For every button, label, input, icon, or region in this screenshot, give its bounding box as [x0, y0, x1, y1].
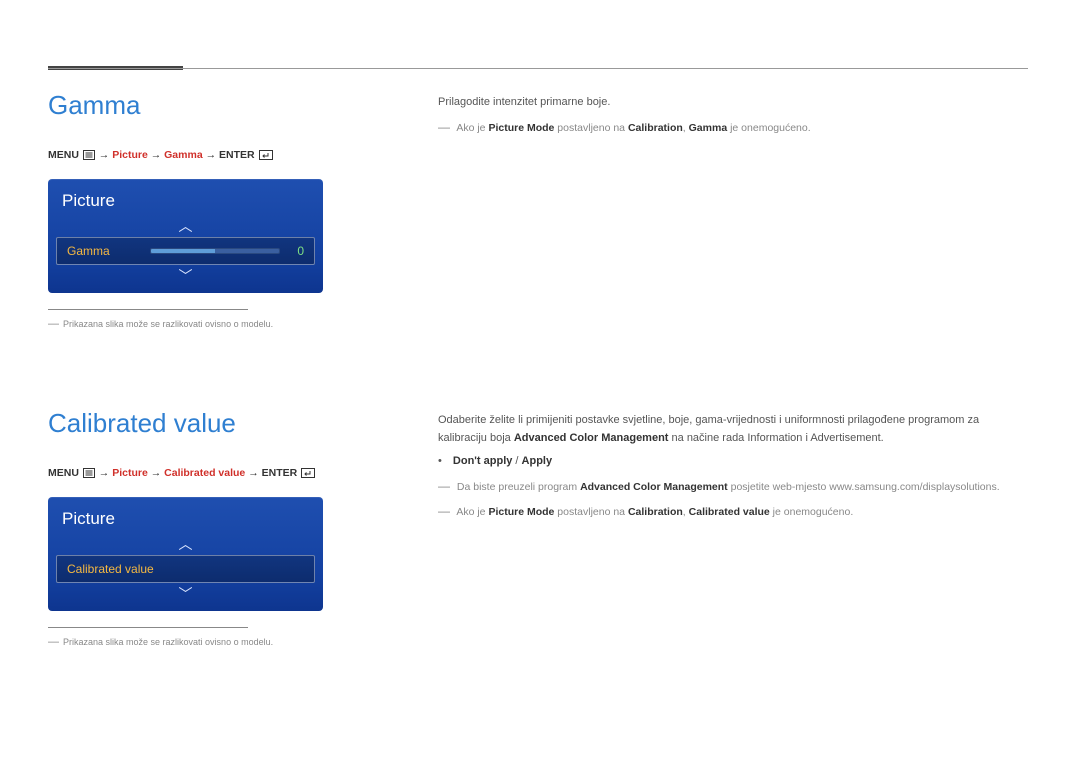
description-calibrated: Odaberite želite li primijeniti postavke… [438, 408, 1030, 648]
breadcrumb-picture: Picture [112, 149, 148, 161]
breadcrumb-gamma-item: Gamma [164, 149, 203, 161]
footnote-calibrated: Prikazana slika može se razlikovati ovis… [48, 636, 338, 648]
menu-icon [83, 150, 95, 163]
breadcrumb-enter: ENTER [219, 149, 255, 161]
breadcrumb-calibrated-item: Calibrated value [164, 467, 245, 479]
breadcrumb-gamma: MENU → Picture → Gamma → ENTER [48, 149, 338, 163]
osd-row-label: Calibrated value [67, 562, 304, 576]
enter-icon [301, 468, 315, 481]
section-gamma: Gamma MENU → Picture → Gamma → ENTER Pic… [48, 90, 1030, 330]
breadcrumb-picture: Picture [112, 467, 148, 479]
calibrated-paragraph: Odaberite želite li primijeniti postavke… [438, 412, 1030, 447]
osd-panel-calibrated: Picture ︿ Calibrated value ﹀ [48, 497, 323, 611]
gamma-note: Ako je Picture Mode postavljeno na Calib… [438, 118, 1030, 137]
breadcrumb-calibrated: MENU → Picture → Calibrated value → ENTE… [48, 467, 338, 481]
enter-icon [259, 150, 273, 163]
gamma-intro: Prilagodite intenzitet primarne boje. [438, 94, 1030, 112]
osd-up-arrow[interactable]: ︿ [48, 535, 323, 553]
breadcrumb-menu: MENU [48, 467, 79, 479]
section-title-gamma: Gamma [48, 90, 338, 121]
section-title-calibrated: Calibrated value [48, 408, 338, 439]
osd-row-gamma[interactable]: Gamma 0 [56, 237, 315, 265]
breadcrumb-menu: MENU [48, 149, 79, 161]
calibrated-note-disabled: Ako je Picture Mode postavljeno na Calib… [438, 502, 1030, 521]
description-gamma: Prilagodite intenzitet primarne boje. Ak… [438, 90, 1030, 330]
osd-header: Picture [48, 179, 323, 217]
osd-panel-gamma: Picture ︿ Gamma 0 ﹀ [48, 179, 323, 293]
osd-slider[interactable] [150, 248, 280, 254]
osd-down-arrow[interactable]: ﹀ [48, 267, 323, 293]
calibrated-options: Don't apply / Apply [438, 453, 1030, 471]
osd-row-label: Gamma [67, 244, 110, 258]
osd-row-calibrated[interactable]: Calibrated value [56, 555, 315, 583]
footnote-divider [48, 627, 248, 628]
section-calibrated: Calibrated value MENU → Picture → Calibr… [48, 408, 1030, 648]
osd-header: Picture [48, 497, 323, 535]
osd-row-value: 0 [290, 244, 304, 258]
menu-icon [83, 468, 95, 481]
calibrated-note-download: Da biste preuzeli program Advanced Color… [438, 477, 1030, 496]
osd-down-arrow[interactable]: ﹀ [48, 585, 323, 611]
footnote-gamma: Prikazana slika može se razlikovati ovis… [48, 318, 338, 330]
breadcrumb-enter: ENTER [262, 467, 298, 479]
osd-up-arrow[interactable]: ︿ [48, 217, 323, 235]
header-rule [48, 68, 1028, 69]
footnote-divider [48, 309, 248, 310]
